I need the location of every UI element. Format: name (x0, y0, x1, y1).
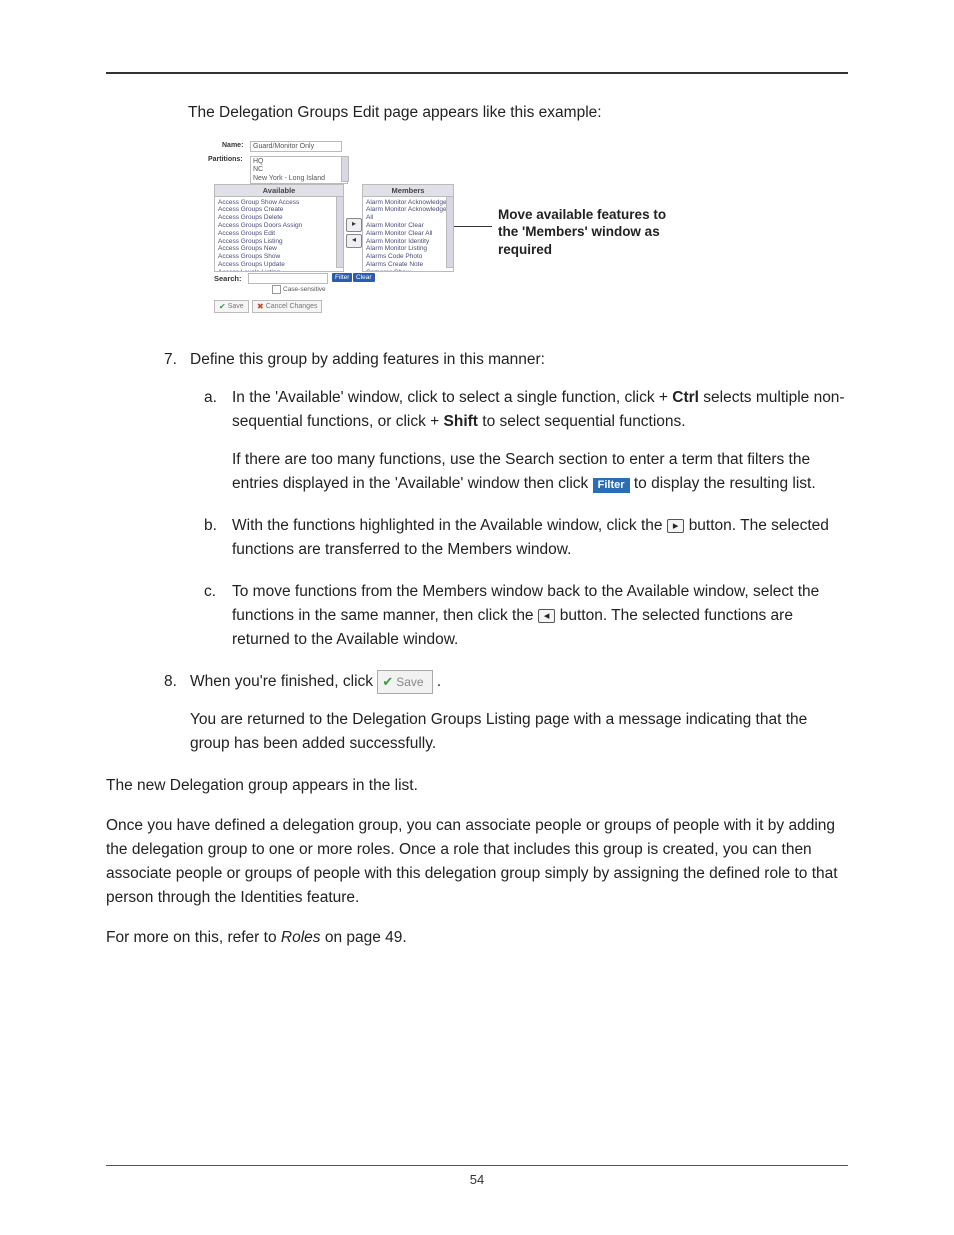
substep-letter: a. (204, 386, 217, 410)
available-list[interactable]: Access Group Show Access Access Groups C… (214, 196, 344, 272)
page-footer: 54 (106, 1165, 848, 1187)
step-number: 8. (164, 670, 177, 694)
partitions-select[interactable]: HQ NC New York - Long Island Warehouse (250, 156, 348, 184)
list-item: Alarm Monitor Acknowledge (366, 199, 450, 207)
partition-item: HQ (253, 158, 345, 167)
intro-text: The Delegation Groups Edit page appears … (188, 102, 848, 124)
inline-left-arrow-button[interactable]: ◂ (538, 609, 556, 623)
step-number: 7. (164, 348, 177, 372)
case-sensitive-checkbox-wrap[interactable]: Case-sensitive (272, 285, 326, 294)
members-list[interactable]: Alarm Monitor Acknowledge Alarm Monitor … (362, 196, 454, 272)
step-8: 8. When you're finished, click ✔Save . Y… (164, 670, 848, 756)
name-input[interactable]: Guard/Monitor Only (250, 141, 342, 152)
checkbox-icon (272, 285, 281, 294)
step-7: 7. Define this group by adding features … (164, 348, 848, 652)
list-item: Access Group Show Access (218, 199, 340, 207)
list-item: Access Groups Listing (218, 238, 340, 246)
list-item: Access Groups Update (218, 261, 340, 269)
check-icon: ✔ (219, 302, 226, 311)
body-para-1: The new Delegation group appears in the … (106, 774, 848, 798)
step-7b: b. With the functions highlighted in the… (204, 514, 848, 562)
move-left-button[interactable]: ◂ (346, 234, 362, 248)
list-item: Access Groups Delete (218, 214, 340, 222)
list-item: Alarm Monitor Clear All (366, 230, 450, 238)
step-7b-frag1: With the functions highlighted in the Av… (232, 517, 667, 534)
case-sensitive-label: Case-sensitive (283, 286, 326, 293)
step-7a-frag1: In the 'Available' window, click to sele… (232, 389, 672, 406)
figure-cancel-button[interactable]: ✖Cancel Changes (252, 300, 322, 313)
roles-link: Roles (281, 929, 321, 946)
step-8-frag2: . (437, 673, 441, 690)
list-item: Access Groups Create (218, 206, 340, 214)
search-input[interactable] (248, 273, 328, 284)
substep-letter: c. (204, 580, 216, 604)
step-7a-para2: If there are too many functions, use the… (232, 448, 848, 496)
delegation-edit-figure: Name: Guard/Monitor Only Partitions: HQ … (212, 142, 772, 320)
list-item: Alarm Monitor Listing (366, 245, 450, 253)
x-icon: ✖ (257, 302, 264, 311)
body3-frag2: on page 49. (321, 929, 407, 946)
list-item: Alarms Create Note (366, 261, 450, 269)
body3-frag1: For more on this, refer to (106, 929, 281, 946)
shift-key: Shift (444, 413, 478, 430)
list-item: Alarm Monitor Acknowledge All (366, 206, 450, 222)
callout-connector (454, 226, 492, 227)
figure-save-button[interactable]: ✔Save (214, 300, 249, 313)
inline-save-button[interactable]: ✔Save (377, 670, 432, 694)
list-item: Alarms Code Photo (366, 253, 450, 261)
step-8-result: You are returned to the Delegation Group… (190, 708, 848, 756)
body-para-3: For more on this, refer to Roles on page… (106, 926, 848, 950)
save-label: Save (396, 675, 423, 689)
step-7a: a. In the 'Available' window, click to s… (204, 386, 848, 496)
clear-button[interactable]: Clear (353, 273, 375, 282)
partitions-label: Partitions: (208, 156, 243, 163)
check-icon: ✔ (382, 674, 393, 689)
step-7a-p2-frag2: to display the resulting list. (634, 475, 816, 492)
list-item: Access Groups New (218, 245, 340, 253)
list-item: Access Groups Doors Assign (218, 222, 340, 230)
members-scrollbar[interactable] (446, 196, 454, 268)
instruction-list: 7. Define this group by adding features … (164, 348, 848, 756)
ctrl-key: Ctrl (672, 389, 699, 406)
partition-item: NC (253, 166, 345, 175)
list-item: Cameras Show (366, 269, 450, 272)
step-8-frag1: When you're finished, click (190, 673, 377, 690)
inline-filter-button[interactable]: Filter (593, 478, 630, 493)
list-item: Alarm Monitor Identity (366, 238, 450, 246)
name-label: Name: (222, 142, 243, 149)
save-label: Save (228, 303, 244, 310)
step-7-text: Define this group by adding features in … (190, 351, 545, 368)
callout-text: Move available features to the 'Members'… (498, 206, 688, 259)
list-item: Access Groups Show (218, 253, 340, 261)
cancel-label: Cancel Changes (266, 303, 318, 310)
substep-letter: b. (204, 514, 217, 538)
search-label: Search: (214, 274, 242, 283)
list-item: Access Levels Listing (218, 269, 340, 272)
body-para-2: Once you have defined a delegation group… (106, 814, 848, 910)
step-7a-frag3: to select sequential functions. (478, 413, 686, 430)
available-scrollbar[interactable] (336, 196, 344, 268)
step-7c: c. To move functions from the Members wi… (204, 580, 848, 652)
move-right-button[interactable]: ▸ (346, 218, 362, 232)
partitions-scrollbar[interactable] (341, 156, 349, 182)
top-rule (106, 72, 848, 74)
page-number: 54 (470, 1172, 484, 1187)
inline-right-arrow-button[interactable]: ▸ (667, 519, 685, 533)
filter-button[interactable]: Filter (332, 273, 352, 282)
step-7-substeps: a. In the 'Available' window, click to s… (204, 386, 848, 652)
list-item: Alarm Monitor Clear (366, 222, 450, 230)
list-item: Access Groups Edit (218, 230, 340, 238)
